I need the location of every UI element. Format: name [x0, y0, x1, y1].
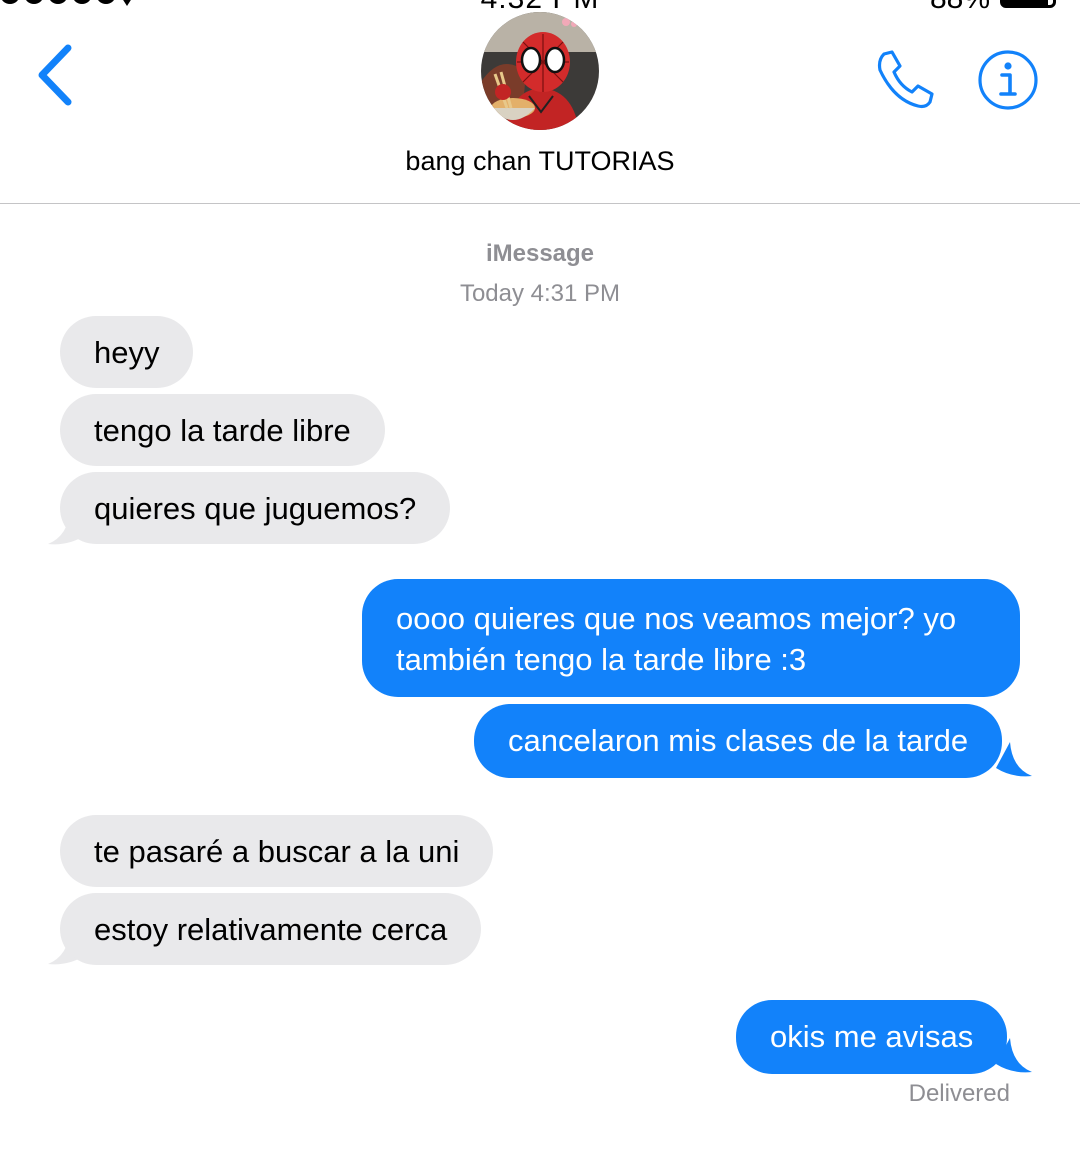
message-text: te pasaré a buscar a la uni	[94, 834, 460, 869]
phone-icon	[877, 50, 934, 109]
message-text-line: oooo quieres que nos veamos mejor? yo	[396, 601, 957, 636]
incoming-message-bubble[interactable]: heyy	[60, 316, 194, 388]
incoming-message-bubble[interactable]: te pasaré a buscar a la uni	[60, 815, 494, 887]
spiderman-avatar-icon	[481, 12, 599, 130]
status-bar: 4:32 PM 88%	[0, 0, 1080, 14]
battery-icon	[1000, 0, 1056, 8]
message-text: cancelaron mis clases de la tarde	[508, 723, 969, 758]
wifi-icon	[118, 0, 136, 6]
outgoing-message-bubble[interactable]: okis me avisas	[736, 1000, 1008, 1074]
call-button[interactable]	[872, 48, 936, 112]
contact-avatar[interactable]	[481, 12, 599, 130]
message-text: tengo la tarde libre	[94, 413, 351, 448]
status-time: 4:32 PM	[440, 0, 640, 14]
info-button[interactable]	[976, 48, 1040, 112]
message-text-line: también tengo la tarde libre :3	[396, 642, 807, 677]
service-label: iMessage	[485, 240, 595, 267]
contact-name[interactable]: bang chan TUTORIAS	[0, 146, 1080, 177]
message-text: heyy	[94, 335, 160, 370]
delivery-status: Delivered	[908, 1080, 1010, 1107]
back-button[interactable]	[30, 40, 90, 110]
incoming-message-bubble[interactable]: estoy relativamente cerca	[60, 893, 482, 965]
cellular-signal-icon	[0, 0, 116, 4]
message-text: estoy relativamente cerca	[94, 912, 448, 947]
incoming-message-bubble[interactable]: tengo la tarde libre	[60, 394, 385, 466]
incoming-message-bubble[interactable]: quieres que juguemos?	[60, 472, 451, 544]
info-icon	[978, 50, 1038, 110]
outgoing-message-bubble[interactable]: oooo quieres que nos veamos mejor? yo ta…	[362, 579, 1020, 697]
messages-screen: bang chan TUTORIAS 4:32 PM 88% iMessage …	[0, 0, 1080, 1156]
message-text: quieres que juguemos?	[94, 491, 417, 526]
outgoing-message-bubble[interactable]: cancelaron mis clases de la tarde	[474, 704, 1003, 778]
message-timestamp: Today 4:31 PM	[459, 280, 621, 307]
battery-percent: 88%	[930, 0, 990, 14]
conversation-header: bang chan TUTORIAS	[0, 0, 1080, 204]
chevron-left-icon	[38, 44, 72, 106]
message-text: okis me avisas	[770, 1019, 974, 1054]
